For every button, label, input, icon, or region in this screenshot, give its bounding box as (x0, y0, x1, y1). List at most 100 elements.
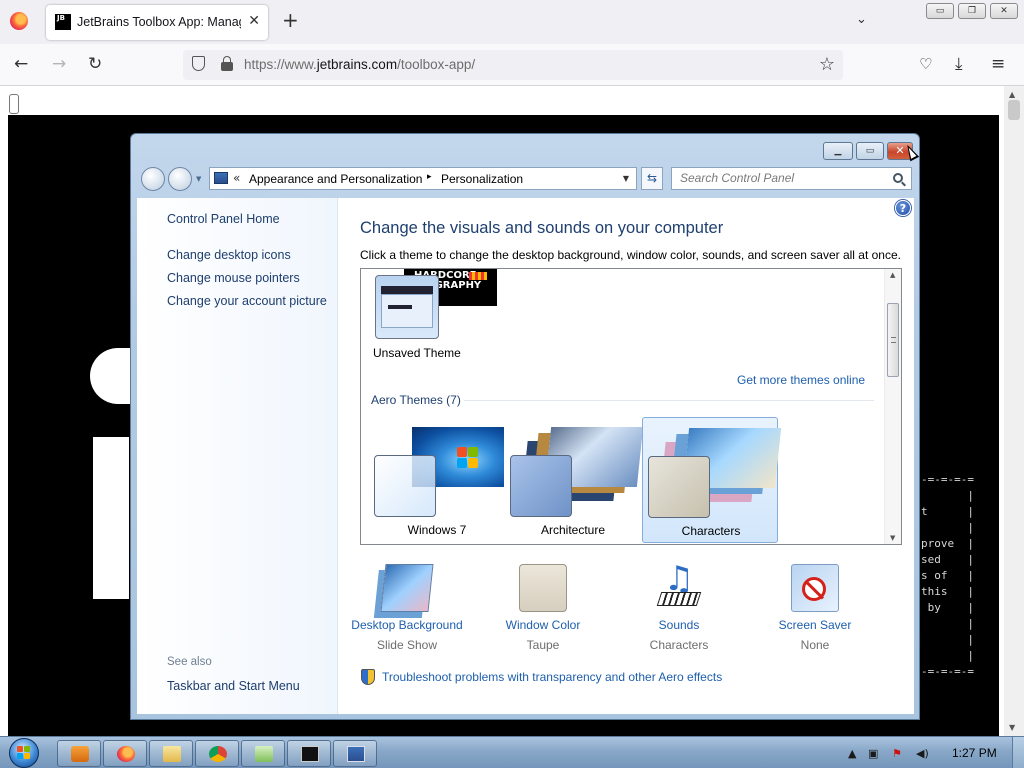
browser-tab-jetbrains[interactable]: JB JetBrains Toolbox App: Manage ✕ (46, 5, 268, 40)
forward-arrow-icon[interactable]: → (52, 54, 66, 74)
tab-title: JetBrains Toolbox App: Manage (77, 15, 241, 29)
taskbar-firefox[interactable] (103, 740, 147, 767)
desktop-background-icon[interactable] (380, 564, 434, 612)
page-scroll-marker (9, 94, 19, 114)
downloads-icon[interactable]: ⤓ (955, 54, 963, 74)
volume-icon[interactable]: ◀) (916, 747, 929, 760)
taskbar-clock[interactable]: 1:27 PM (952, 746, 997, 760)
network-status-icon[interactable]: ▣ (868, 747, 878, 760)
theme-name: Characters (681, 524, 741, 538)
theme-color-swatch (374, 455, 436, 517)
app-menu-icon[interactable]: ≡ (991, 54, 1005, 74)
refresh-icon[interactable]: ⇆ (641, 167, 663, 190)
tab-close-icon[interactable]: ✕ (248, 13, 260, 29)
screen-saver-link[interactable]: Screen Saver (750, 618, 880, 632)
scroll-thumb[interactable] (1008, 100, 1020, 120)
theme-list[interactable]: HARDCORE INOGRAPHY Unsaved Theme Get mor… (360, 268, 902, 545)
search-input[interactable]: Search Control Panel (671, 167, 912, 190)
list-all-tabs-chevron-down-icon[interactable]: ⌄ (856, 12, 867, 27)
taskbar-control-panel[interactable] (333, 740, 377, 767)
see-also-label: See also (167, 656, 212, 668)
window-color-link[interactable]: Window Color (478, 618, 608, 632)
theme-windows-7[interactable]: Windows 7 (369, 417, 505, 543)
back-button[interactable] (141, 167, 165, 191)
windows-logo-icon (457, 447, 479, 469)
start-button[interactable] (6, 737, 42, 768)
cp-minimize-button[interactable]: ▁ (823, 142, 853, 160)
pocket-icon[interactable]: ♡ (919, 54, 932, 74)
scroll-up-icon[interactable]: ▲ (1009, 90, 1015, 99)
breadcrumb-personalization[interactable]: Personalization (441, 172, 523, 186)
section-divider (464, 400, 874, 401)
music-notes-icon[interactable]: ♫ (655, 562, 703, 612)
scroll-thumb[interactable] (887, 303, 899, 377)
taskbar: ▲ ▣ ⚑ ◀) 1:27 PM (0, 736, 1024, 768)
unsaved-theme-thumbnail[interactable] (375, 275, 439, 339)
recent-pages-chevron-down-icon[interactable]: ▼ (196, 175, 201, 183)
url-host: jetbrains.com (316, 57, 398, 72)
taskbar-media-player[interactable] (57, 740, 101, 767)
theme-architecture[interactable]: Architecture (505, 417, 644, 543)
tracking-protection-shield-icon[interactable] (192, 56, 205, 71)
background-terminal-text: -=-=-=-= | t | | prove | sed | s of | th… (921, 473, 974, 678)
control-panel-icon (214, 172, 228, 184)
unsaved-theme-label[interactable]: Unsaved Theme (373, 346, 503, 360)
change-mouse-pointers-link[interactable]: Change mouse pointers (167, 271, 300, 285)
taskbar-start-menu-link[interactable]: Taskbar and Start Menu (167, 679, 300, 693)
theme-list-scrollbar[interactable]: ▲ ▼ (884, 269, 901, 544)
address-bar[interactable]: « Appearance and Personalization ▸ Perso… (209, 167, 637, 190)
page-scrollbar[interactable]: ▲ ▼ (1004, 86, 1024, 736)
change-desktop-icons-link[interactable]: Change desktop icons (167, 248, 291, 262)
scroll-down-icon[interactable]: ▼ (890, 534, 895, 542)
control-panel-home-link[interactable]: Control Panel Home (167, 212, 280, 226)
new-tab-button[interactable]: + (282, 10, 299, 30)
help-icon[interactable]: ? (895, 200, 911, 216)
scroll-down-icon[interactable]: ▼ (1009, 723, 1015, 732)
breadcrumb-appearance[interactable]: Appearance and Personalization (249, 172, 422, 186)
desktop-background-link[interactable]: Desktop Background (342, 618, 472, 632)
address-dropdown-chevron-down-icon[interactable]: ▼ (623, 174, 629, 183)
taskbar-explorer[interactable] (149, 740, 193, 767)
taskbar-command-prompt[interactable] (287, 740, 331, 767)
page-title: Change the visuals and sounds on your co… (360, 219, 724, 237)
forward-button[interactable] (168, 167, 192, 191)
breadcrumb-separator-icon[interactable]: ▸ (427, 172, 432, 182)
url-bar[interactable]: https://www.jetbrains.com/toolbox-app/ ☆ (183, 50, 843, 80)
window-color-swatch-icon[interactable] (519, 564, 567, 612)
theme-name: Architecture (540, 523, 606, 537)
aero-themes-header: Aero Themes (7) (371, 393, 461, 407)
scroll-up-icon[interactable]: ▲ (890, 271, 895, 279)
reload-icon[interactable]: ↻ (88, 54, 102, 74)
control-panel-icon (347, 746, 365, 762)
main-content: ? Change the visuals and sounds on your … (338, 198, 914, 714)
cp-maximize-button[interactable]: ▭ (856, 142, 884, 160)
url-text[interactable]: https://www.jetbrains.com/toolbox-app/ (244, 57, 475, 72)
search-icon[interactable] (893, 173, 903, 183)
action-center-flag-icon[interactable]: ⚑ (892, 747, 902, 760)
url-prefix: https://www. (244, 57, 317, 72)
search-placeholder: Search Control Panel (680, 171, 795, 185)
show-hidden-icons-chevron-up-icon[interactable]: ▲ (848, 747, 856, 760)
firefox-icon[interactable] (10, 12, 28, 30)
show-desktop-button[interactable] (1012, 737, 1024, 768)
sounds-link[interactable]: Sounds (614, 618, 744, 632)
browser-close-button[interactable]: ✕ (990, 3, 1018, 19)
get-more-themes-link[interactable]: Get more themes online (737, 373, 865, 387)
browser-restore-button[interactable]: ❐ (958, 3, 986, 19)
lock-icon[interactable] (221, 56, 233, 71)
bookmark-star-icon[interactable]: ☆ (819, 54, 835, 75)
theme-color-swatch (510, 455, 572, 517)
uac-shield-icon (361, 669, 375, 685)
taskbar-network[interactable] (241, 740, 285, 767)
theme-characters[interactable]: Characters (642, 417, 782, 543)
taskbar-chrome[interactable] (195, 740, 239, 767)
browser-nav-bar: ← → ↻ https://www.jetbrains.com/toolbox-… (0, 44, 1024, 86)
screen-saver-value: None (800, 638, 830, 652)
breadcrumb-overflow-chevron[interactable]: « (233, 171, 240, 185)
back-arrow-icon[interactable]: ← (14, 54, 28, 74)
screen-saver-none-icon[interactable] (791, 564, 839, 612)
change-account-picture-link[interactable]: Change your account picture (167, 294, 327, 308)
desktop-background-value: Slide Show (376, 638, 438, 652)
browser-minimize-button[interactable]: ▭ (926, 3, 954, 19)
troubleshoot-aero-link[interactable]: Troubleshoot problems with transparency … (382, 670, 722, 684)
